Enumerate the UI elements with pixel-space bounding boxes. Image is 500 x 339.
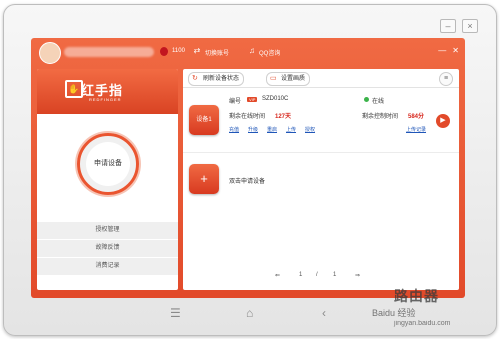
menu-authorization[interactable]: 授权管理 <box>37 221 178 239</box>
apply-device-hint: 双击申请设备 <box>229 179 266 185</box>
brand-subtitle: REDFINGER <box>89 97 122 102</box>
minimize-icon[interactable]: – <box>440 19 456 33</box>
quality-label: 设置画质 <box>281 76 306 82</box>
control-time-value: 584分 <box>408 114 425 120</box>
brand-banner: ✋ 红手指 REDFINGER <box>37 69 178 114</box>
app-window-buttons: — ✕ <box>438 46 459 55</box>
menu-icon[interactable]: ☰ <box>170 306 181 320</box>
watermark-url: jingyan.baidu.com <box>394 320 451 327</box>
upgrade-link[interactable]: 升级 <box>248 126 258 133</box>
refresh-status-button[interactable]: ↻ 刷新设备状态 <box>188 72 245 86</box>
app-close-icon[interactable]: ✕ <box>452 46 459 55</box>
play-icon[interactable]: ▶ <box>436 114 450 128</box>
device-toolbar: ↻ 刷新设备状态 ▭ 设置画质 ≡ <box>183 69 459 88</box>
device-id-label: 编号 <box>229 99 242 105</box>
authorize-link[interactable]: 授权 <box>305 126 315 133</box>
device-tile[interactable]: 设备1 <box>189 105 219 135</box>
page-separator: / <box>316 272 318 278</box>
prev-page-icon[interactable]: ⇐ <box>275 272 280 279</box>
refresh-label: 刷新设备状态 <box>203 76 240 82</box>
online-status-dot <box>364 97 369 102</box>
watermark-title: 路由器 <box>394 288 439 304</box>
close-icon[interactable]: × <box>462 19 478 33</box>
vip-badge: VIP <box>247 97 258 102</box>
current-page: 1 <box>299 272 303 278</box>
upload-link[interactable]: 上传 <box>286 126 296 133</box>
coin-count: 1100 <box>172 48 185 54</box>
display-icon: ▭ <box>270 75 277 82</box>
back-icon[interactable]: ‹ <box>322 306 326 320</box>
refresh-icon: ↻ <box>192 75 198 82</box>
menu-consumption-record[interactable]: 消费记录 <box>37 257 178 275</box>
qq-icon: ♫ <box>249 46 255 55</box>
add-device-tile[interactable]: + <box>189 164 219 194</box>
watermark: 路由器 Baidu 经验 jingyan.baidu.com <box>364 282 494 332</box>
apply-device-button[interactable]: 申请设备 <box>77 133 139 195</box>
qq-chat-link[interactable]: QQ咨询 <box>259 48 280 57</box>
recharge-link[interactable]: 充值 <box>229 126 239 133</box>
avatar[interactable] <box>39 42 61 64</box>
online-time-label: 剩余在线时间 <box>229 114 266 120</box>
restart-link[interactable]: 重启 <box>267 126 277 133</box>
control-time-label: 剩余控制时间 <box>362 114 399 120</box>
username-blurred <box>64 47 154 57</box>
app-screen: 1100 ⇄ 切换账号 ♫ QQ咨询 — ✕ ✋ 红手指 REDFINGER 申… <box>31 38 465 298</box>
total-pages: 1 <box>333 272 337 278</box>
device-status: 在线 <box>372 99 385 105</box>
app-header: 1100 ⇄ 切换账号 ♫ QQ咨询 — ✕ <box>31 38 465 66</box>
next-page-icon[interactable]: ⇒ <box>355 272 360 279</box>
upload-log-link[interactable]: 上传记录 <box>406 126 426 133</box>
app-minimize-icon[interactable]: — <box>438 46 446 55</box>
device-panel: ↻ 刷新设备状态 ▭ 设置画质 ≡ 设备1 编号 VIP SZD010C 在线 … <box>183 69 459 290</box>
device-id-value: SZD010C <box>262 96 289 102</box>
coin-icon <box>160 47 168 56</box>
menu-fault-feedback[interactable]: 故障反馈 <box>37 239 178 257</box>
window-controls: – × <box>440 19 478 33</box>
switch-icon: ⇄ <box>193 46 201 55</box>
quality-settings-button[interactable]: ▭ 设置画质 <box>266 72 311 86</box>
watermark-baidu: Baidu 经验 <box>372 308 416 318</box>
switch-account-link[interactable]: 切换账号 <box>205 48 229 57</box>
divider <box>183 152 459 153</box>
left-panel: ✋ 红手指 REDFINGER 申请设备 授权管理 故障反馈 消费记录 <box>37 69 178 290</box>
hamburger-menu-icon[interactable]: ≡ <box>439 72 453 86</box>
home-icon[interactable]: ⌂ <box>246 306 253 320</box>
online-time-value: 127天 <box>275 114 292 120</box>
